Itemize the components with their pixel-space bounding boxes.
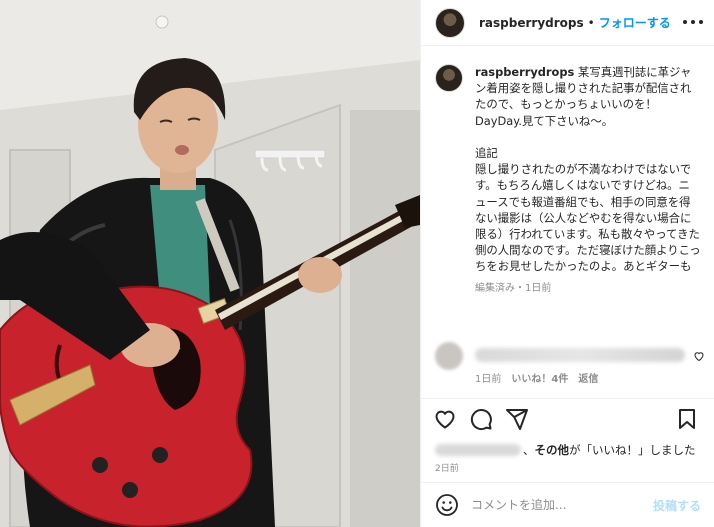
comment-icon[interactable] (469, 407, 493, 431)
add-comment-bar: 投稿する (421, 482, 714, 527)
likes-summary: 、 その他 が「いいね！」しました (435, 441, 714, 459)
photo-illustration (0, 0, 420, 527)
heart-icon[interactable] (433, 407, 457, 431)
caption-avatar[interactable] (435, 64, 463, 92)
action-bar (421, 398, 714, 438)
author-username[interactable]: raspberrydrops (479, 16, 584, 30)
follow-button[interactable]: フォローする (599, 14, 671, 31)
post-photo[interactable] (0, 0, 420, 527)
author-avatar[interactable] (435, 7, 465, 38)
post-age[interactable]: 2日前 (435, 461, 459, 474)
bookmark-icon[interactable] (675, 407, 699, 431)
send-icon[interactable] (505, 407, 529, 431)
comment-likes[interactable]: いいね！4件 (511, 370, 568, 385)
caption-username[interactable]: raspberrydrops (475, 65, 574, 79)
comment-reply-button[interactable]: 返信 (578, 370, 598, 385)
likes-comma: 、 (523, 443, 535, 457)
comment-text-blurred (475, 348, 685, 362)
commenter-avatar[interactable] (435, 342, 463, 370)
caption-meta: 編集済み・1日前 (475, 281, 701, 297)
likes-suffix: が「いいね！」しました (569, 443, 696, 457)
post-modal: raspberrydrops • フォローする raspberrydrops 某… (0, 0, 714, 527)
liker-name-blurred[interactable] (435, 444, 521, 456)
post-side-panel: raspberrydrops • フォローする raspberrydrops 某… (420, 0, 714, 527)
caption-edited: 編集済み (475, 282, 515, 294)
caption-meta-sep: ・ (515, 282, 525, 294)
comment-meta: 1日前 いいね！4件 返信 (475, 370, 598, 385)
likes-others-link[interactable]: その他 (535, 442, 570, 458)
caption-time[interactable]: 1日前 (525, 283, 551, 294)
comment-time[interactable]: 1日前 (475, 370, 501, 385)
header-separator: • (587, 15, 595, 30)
more-horizontal-icon[interactable] (683, 14, 703, 30)
comment-heart-icon[interactable] (693, 350, 705, 362)
caption-text: 某写真週刊誌に革ジャン着用姿を隠し撮りされた記事が配信されたので、もっとかっちょ… (475, 65, 701, 274)
post-comment-button[interactable]: 投稿する (653, 497, 701, 514)
post-header: raspberrydrops • フォローする (421, 0, 714, 46)
caption-body: raspberrydrops 某写真週刊誌に革ジャン着用姿を隠し撮りされた記事が… (475, 64, 701, 334)
comment-item: 1日前 いいね！4件 返信 (435, 340, 705, 386)
comment-input[interactable] (471, 498, 651, 512)
post-caption: raspberrydrops 某写真週刊誌に革ジャン着用姿を隠し撮りされた記事が… (435, 64, 701, 334)
emoji-icon[interactable] (435, 493, 459, 517)
